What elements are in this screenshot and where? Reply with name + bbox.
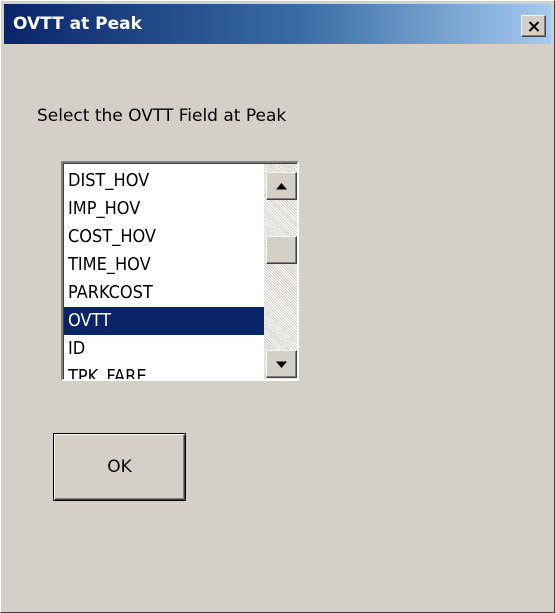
ok-button[interactable]: OK <box>53 433 186 501</box>
scroll-down-button[interactable] <box>266 350 297 378</box>
field-listbox[interactable]: DIST_HOV IMP_HOV COST_HOV TIME_HOV PARKC… <box>61 161 299 381</box>
arrow-down-icon <box>276 361 287 368</box>
title-bar[interactable]: OVTT at Peak <box>4 4 551 44</box>
field-list: DIST_HOV IMP_HOV COST_HOV TIME_HOV PARKC… <box>64 167 264 379</box>
list-item[interactable]: COST_HOV <box>64 223 264 251</box>
close-icon <box>528 20 539 32</box>
vertical-scrollbar[interactable] <box>264 164 297 379</box>
list-item[interactable]: ID <box>64 335 264 363</box>
close-button[interactable] <box>521 15 546 37</box>
list-item[interactable]: IMP_HOV <box>64 195 264 223</box>
list-item-selected[interactable]: OVTT <box>64 307 264 335</box>
dialog-window: OVTT at Peak Select the OVTT Field at Pe… <box>0 0 555 613</box>
list-item[interactable]: DIST_HOV <box>64 167 264 195</box>
arrow-up-icon <box>276 182 287 189</box>
listbox-frame: DIST_HOV IMP_HOV COST_HOV TIME_HOV PARKC… <box>63 163 297 379</box>
list-item[interactable]: TIME_HOV <box>64 251 264 279</box>
scroll-thumb[interactable] <box>266 236 297 264</box>
prompt-label: Select the OVTT Field at Peak <box>37 106 287 126</box>
list-item[interactable]: PARKCOST <box>64 279 264 307</box>
scroll-up-button[interactable] <box>266 172 297 200</box>
list-item[interactable]: TPK_FARE <box>64 363 264 379</box>
window-title: OVTT at Peak <box>13 14 142 34</box>
